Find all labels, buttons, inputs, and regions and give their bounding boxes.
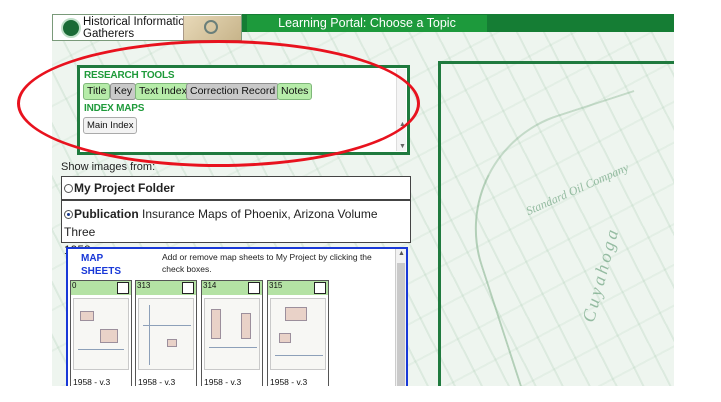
show-images-label: Show images from: bbox=[61, 161, 156, 173]
map-thumb-line bbox=[149, 305, 150, 365]
map-sheets-title: MAP SHEETS bbox=[81, 252, 121, 278]
map-sheets-panel: MAP SHEETS Add or remove map sheets to M… bbox=[66, 247, 408, 386]
map-sheet-thumbnail[interactable] bbox=[138, 298, 194, 370]
map-sheets-title-line-1: MAP bbox=[81, 253, 104, 264]
magnifier-icon bbox=[204, 20, 218, 34]
map-sheet-thumbnail[interactable] bbox=[73, 298, 129, 370]
publication-radio[interactable] bbox=[64, 210, 73, 219]
map-sheet-card[interactable]: 315 1958 - v.3 bbox=[267, 280, 329, 386]
map-sheet-thumbnail[interactable] bbox=[270, 298, 326, 370]
map-sheet-thumbnail[interactable] bbox=[204, 298, 260, 370]
map-thumb-block bbox=[167, 339, 177, 347]
project-folder-radio[interactable] bbox=[64, 184, 73, 193]
annotation-ellipse bbox=[17, 40, 420, 167]
portal-title: Learning Portal: Choose a Topic bbox=[247, 15, 487, 32]
map-thumb-line bbox=[209, 347, 257, 348]
map-viewer[interactable] bbox=[438, 61, 674, 386]
map-sheet-checkbox[interactable] bbox=[182, 282, 194, 294]
project-folder-option[interactable]: My Project Folder bbox=[61, 176, 411, 200]
map-sheet-footer: 1958 - v.3 bbox=[138, 377, 176, 386]
map-thumb-block bbox=[211, 309, 221, 339]
seal-icon bbox=[61, 18, 81, 38]
map-sheet-card[interactable]: 314 1958 - v.3 bbox=[201, 280, 263, 386]
logo-line-1: Historical Information bbox=[83, 16, 192, 28]
header: Historical Information Gatherers Learnin… bbox=[52, 14, 674, 41]
map-sheets-title-line-2: SHEETS bbox=[81, 266, 122, 277]
logo-line-2: Gatherers bbox=[83, 28, 135, 40]
map-sheet-footer: 1958 - v.3 bbox=[73, 377, 111, 386]
map-sheet-checkbox[interactable] bbox=[248, 282, 260, 294]
site-logo[interactable]: Historical Information Gatherers bbox=[52, 14, 242, 41]
map-sheet-card[interactable]: 313 1958 - v.3 bbox=[135, 280, 197, 386]
map-thumb-block bbox=[279, 333, 291, 343]
scroll-up-icon[interactable]: ▲ bbox=[398, 250, 405, 257]
scroll-thumb[interactable] bbox=[397, 263, 405, 386]
map-sheet-checkbox[interactable] bbox=[314, 282, 326, 294]
map-thumb-line bbox=[78, 349, 124, 350]
map-sheet-checkbox[interactable] bbox=[117, 282, 129, 294]
map-sheet-card[interactable]: 0 1958 - v.3 bbox=[70, 280, 132, 386]
map-thumb-block bbox=[80, 311, 94, 321]
publication-option[interactable]: Publication Insurance Maps of Phoenix, A… bbox=[61, 200, 411, 257]
magnifier-book-icon bbox=[183, 16, 241, 40]
map-thumb-line bbox=[275, 355, 323, 356]
project-folder-label: My Project Folder bbox=[74, 181, 175, 195]
map-thumb-block bbox=[285, 307, 307, 321]
map-sheet-footer: 1958 - v.3 bbox=[270, 377, 308, 386]
map-sheets-instructions: Add or remove map sheets to My Project b… bbox=[162, 252, 372, 274]
map-thumb-line bbox=[143, 325, 191, 326]
publication-label: Publication bbox=[74, 207, 139, 221]
map-sheet-footer: 1958 - v.3 bbox=[204, 377, 242, 386]
map-sheets-scrollbar[interactable]: ▲ bbox=[395, 249, 406, 386]
logo-text: Historical Information Gatherers bbox=[83, 16, 191, 40]
map-thumb-block bbox=[241, 313, 251, 339]
map-thumb-block bbox=[100, 329, 118, 343]
scroll-down-icon[interactable]: ▼ bbox=[399, 143, 406, 150]
